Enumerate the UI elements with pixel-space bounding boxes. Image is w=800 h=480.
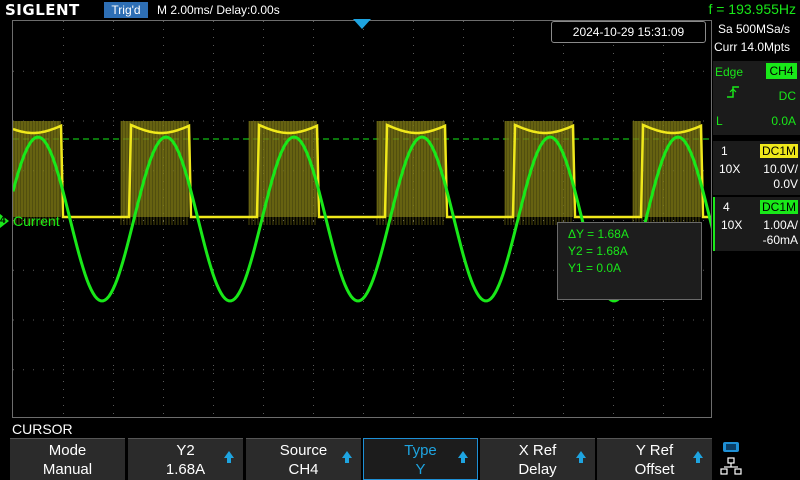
softkey-value: Manual xyxy=(42,461,93,478)
waveform-canvas xyxy=(13,21,711,414)
softkey-value: Delay xyxy=(518,461,557,478)
network-icon xyxy=(720,457,742,475)
channel-1-info[interactable]: 1 DC1M 10X 10.0V/ 0.0V xyxy=(713,141,800,195)
adjust-knob-icon xyxy=(693,451,703,463)
cursor-y1: Y1 = 0.0A xyxy=(568,261,622,275)
ch4-label: Current xyxy=(13,213,60,229)
cursor-delta-y: ΔY = 1.68A xyxy=(568,227,629,241)
softkey-source[interactable]: Source CH4 xyxy=(246,438,361,480)
softkey-bar: Mode Manual Y2 1.68A Source CH4 Type Y X… xyxy=(10,438,712,480)
ch1-probe: 10X xyxy=(719,162,741,176)
waveform-display[interactable] xyxy=(12,20,712,418)
softkey-value: Offset xyxy=(634,461,675,478)
adjust-knob-icon xyxy=(224,451,234,463)
sample-rate: Sa 500MSa/s xyxy=(718,22,791,36)
trigger-level-value: 0.0A xyxy=(771,114,796,128)
cursor-y2: Y2 = 1.68A xyxy=(568,244,628,258)
trigger-position-marker[interactable] xyxy=(353,19,371,29)
ch4-number: 4 xyxy=(723,200,730,214)
channel-4-info[interactable]: 4 DC1M 10X 1.00A/ -60mA xyxy=(713,197,800,251)
softkey-value: 1.68A xyxy=(165,461,206,478)
rising-edge-icon xyxy=(726,86,740,98)
ch1-number: 1 xyxy=(721,144,728,158)
storage-icon xyxy=(723,442,739,452)
ch4-offset: -60mA xyxy=(762,233,798,247)
adjust-knob-icon xyxy=(342,451,352,463)
softkey-y-ref[interactable]: Y Ref Offset xyxy=(597,438,712,480)
timebase-readout: M 2.00ms/ Delay:0.00s xyxy=(157,3,280,17)
trigger-source-chip: CH4 xyxy=(766,63,797,79)
adjust-knob-icon xyxy=(576,451,586,463)
ch1-offset: 0.0V xyxy=(773,177,798,191)
ch1-coupling-badge: DC1M xyxy=(759,144,798,158)
memory-depth: Curr 14.0Mpts xyxy=(714,40,791,54)
trigger-status-badge: Trig'd xyxy=(104,2,148,18)
softkey-label: Mode xyxy=(48,442,87,459)
frequency-counter: f = 193.955Hz xyxy=(708,1,796,17)
trigger-coupling: DC xyxy=(778,89,796,103)
adjust-knob-icon xyxy=(458,451,468,463)
softkey-y2[interactable]: Y2 1.68A xyxy=(128,438,243,480)
menu-title: CURSOR xyxy=(12,421,73,437)
softkey-value: CH4 xyxy=(288,461,319,478)
trigger-type: Edge xyxy=(715,65,744,79)
ch1-scale: 10.0V/ xyxy=(763,162,798,176)
brand-logo: SIGLENT xyxy=(5,1,80,19)
status-bar: SIGLENT Trig'd M 2.00ms/ Delay:0.00s f =… xyxy=(0,0,800,20)
cursor-readout-box: ΔY = 1.68A Y2 = 1.68A Y1 = 0.0A xyxy=(557,222,702,300)
trigger-level-label: L xyxy=(716,114,723,128)
ch4-scale: 1.00A/ xyxy=(763,218,798,232)
ch4-probe: 10X xyxy=(721,218,743,232)
softkey-value: Y xyxy=(415,461,426,478)
ch4-marker-number: 4 xyxy=(0,215,6,226)
ch1-waveform xyxy=(13,121,711,225)
datetime-display: 2024-10-29 15:31:09 xyxy=(551,21,706,43)
softkey-mode[interactable]: Mode Manual xyxy=(10,438,125,480)
system-status-icons xyxy=(718,440,748,478)
softkey-type[interactable]: Type Y xyxy=(363,438,478,480)
ch4-offset-marker[interactable]: 4 Current xyxy=(0,212,66,230)
softkey-x-ref[interactable]: X Ref Delay xyxy=(480,438,595,480)
ch4-coupling-badge: DC1M xyxy=(759,200,798,214)
